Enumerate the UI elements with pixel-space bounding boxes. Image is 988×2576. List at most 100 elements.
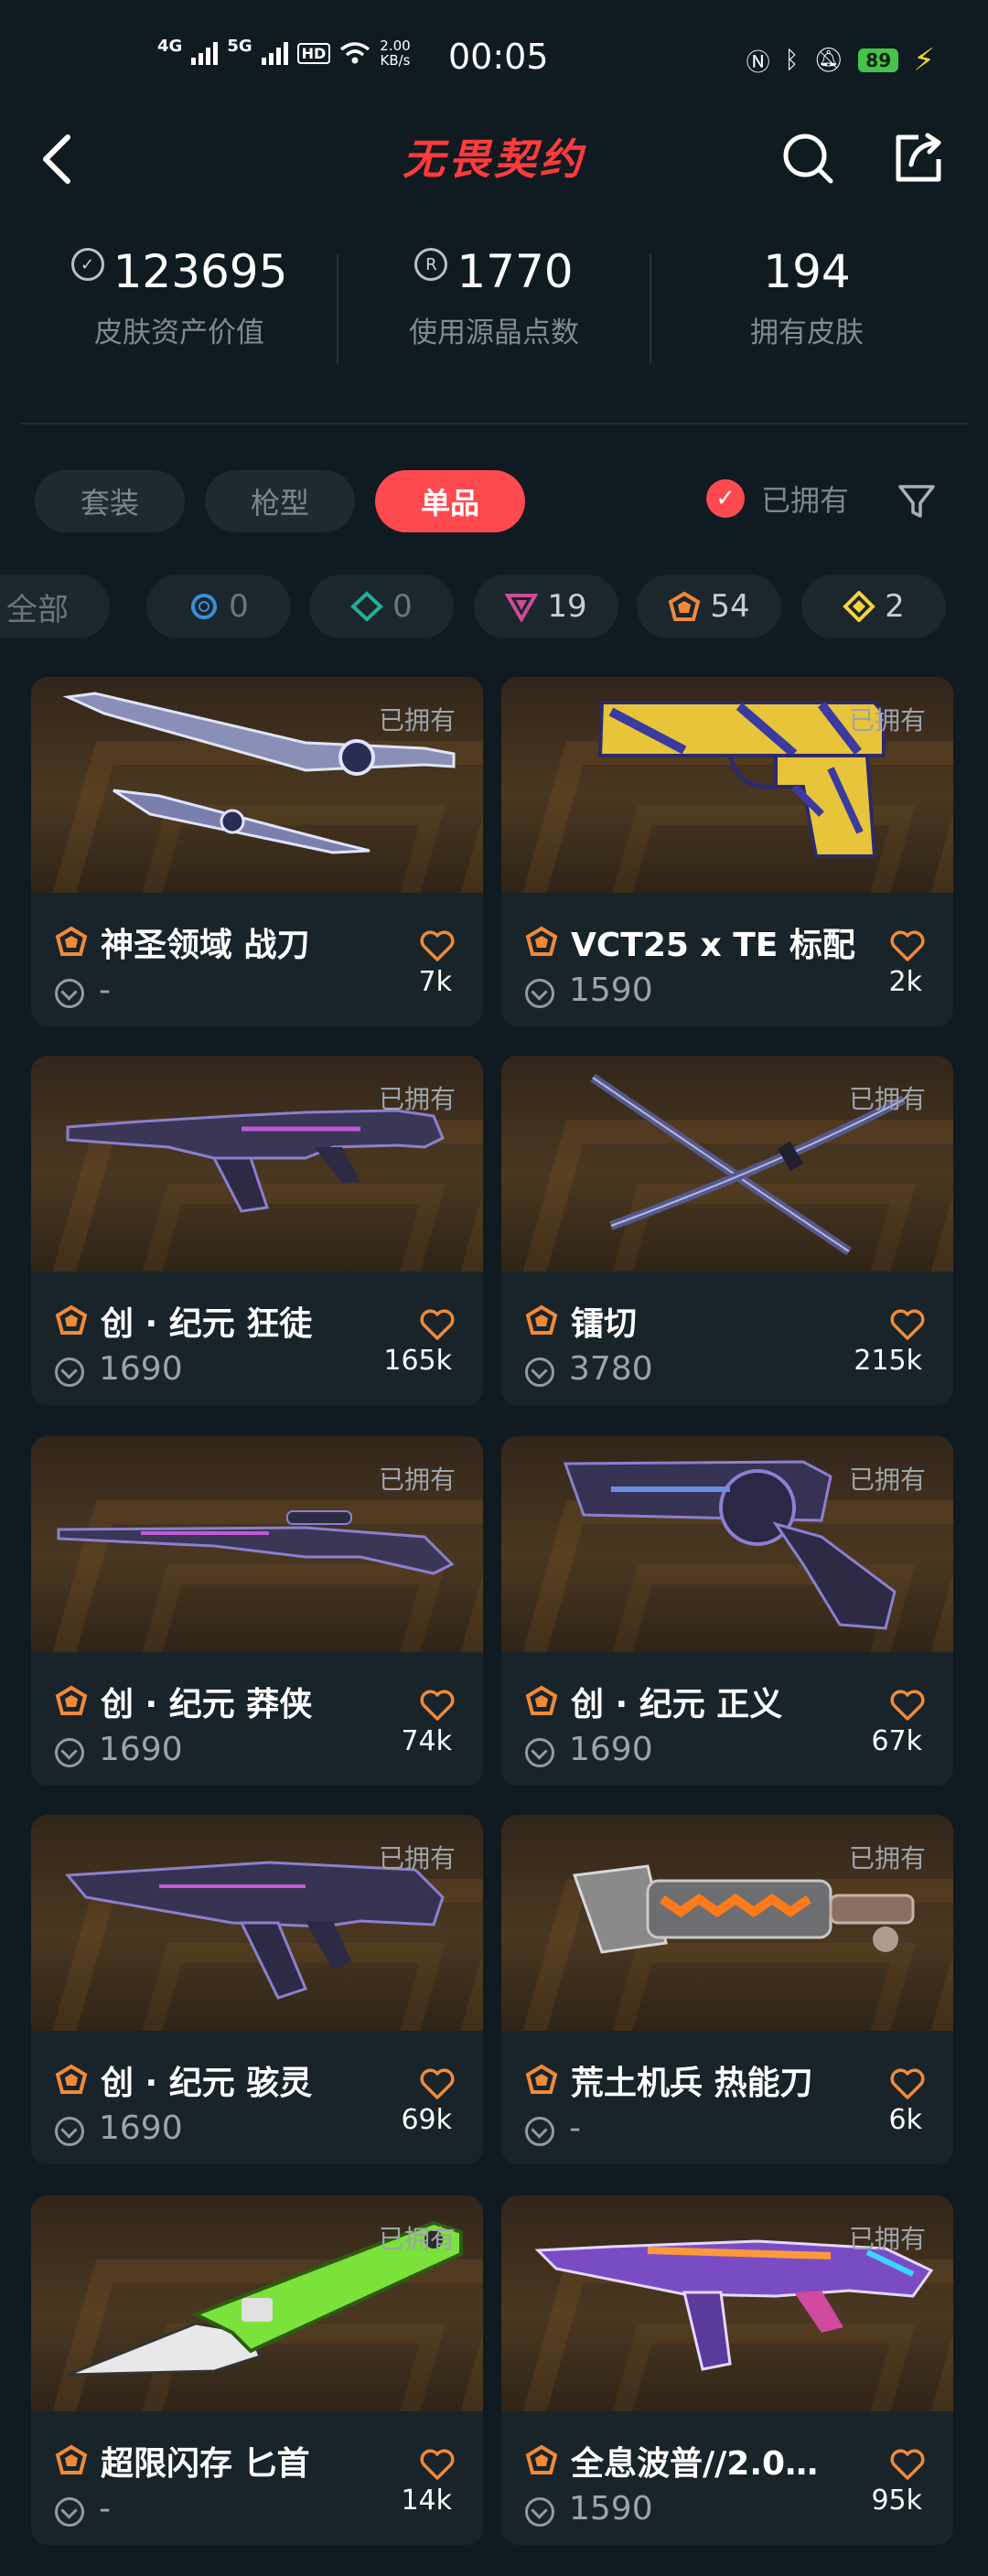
charging-icon: ⚡︎	[913, 42, 935, 79]
like-count: 14k	[401, 2485, 452, 2517]
skin-image: 已拥有	[31, 2195, 483, 2411]
skin-price: 1690	[99, 1350, 183, 1388]
ultra-tier-icon	[843, 591, 876, 622]
skin-name: 创 · 纪元 骇灵	[101, 2065, 313, 2102]
heart-icon[interactable]	[889, 1689, 926, 1722]
heart-icon[interactable]	[889, 2067, 926, 2100]
exclusive-tier-icon	[525, 1685, 558, 1718]
tab-bundle[interactable]: 套装	[35, 470, 185, 532]
like-count: 215k	[854, 1345, 922, 1377]
exclusive-tier-icon	[525, 2444, 558, 2477]
like-count: 74k	[401, 1725, 452, 1757]
network-speed: 2.00 KB/s	[380, 38, 411, 69]
exclusive-tier-icon	[55, 2444, 88, 2477]
heart-icon[interactable]	[419, 1308, 456, 1341]
skin-card[interactable]: 已拥有超限闪存 匕首 - 14k	[31, 2195, 483, 2545]
like-count: 2k	[888, 966, 922, 998]
owned-badge: 已拥有	[848, 2224, 926, 2254]
skin-card[interactable]: 已拥有 VCT25 x TE 标配 1590 2k	[501, 677, 953, 1026]
chip-deluxe-tier[interactable]: 0	[309, 574, 454, 639]
vp-coin-icon	[525, 2497, 554, 2527]
vp-coin-icon	[525, 2117, 554, 2146]
heart-icon[interactable]	[419, 2448, 456, 2481]
skin-card[interactable]: 已拥有创 · 纪元 莽侠 1690 74k	[31, 1436, 483, 1786]
skin-name: 超限闪存 匕首	[101, 2445, 310, 2483]
skin-card[interactable]: 已拥有创 · 纪元 正义 1690 67k	[501, 1436, 953, 1786]
exclusive-tier-icon	[525, 2064, 558, 2097]
status-right: Ⓝ ᛒ 🔕︎ 89 ⚡︎	[746, 42, 935, 79]
vp-coin-icon	[525, 1738, 554, 1767]
skin-price: 3780	[569, 1350, 653, 1388]
skin-name: 全息波普//2.0…	[571, 2445, 819, 2483]
select-tier-icon	[191, 594, 218, 619]
heart-icon[interactable]	[889, 2448, 926, 2481]
chip-premium-tier[interactable]: 19	[474, 574, 618, 639]
network-4g-label: 4G	[157, 36, 183, 56]
skin-image: 已拥有	[31, 1056, 483, 1272]
like-count: 95k	[871, 2485, 922, 2517]
tab-single[interactable]: 单品	[375, 470, 525, 532]
heart-icon[interactable]	[419, 929, 456, 962]
skin-image: 已拥有	[31, 1436, 483, 1652]
skin-image: 已拥有	[501, 2195, 953, 2411]
vp-coin-icon	[55, 1358, 84, 1387]
search-icon[interactable]	[778, 128, 838, 188]
owned-badge: 已拥有	[378, 2224, 456, 2254]
vp-coin-icon	[55, 2497, 84, 2527]
skin-card[interactable]: 已拥有创 · 纪元 狂徒 1690 165k	[31, 1056, 483, 1405]
app-header: 无畏契约	[0, 110, 988, 210]
vp-coin-icon	[525, 1358, 554, 1387]
skin-card[interactable]: 已拥有 荒土机兵 热能刀 - 6k	[501, 1815, 953, 2164]
vp-coin-icon	[55, 2117, 84, 2146]
owned-filter-toggle[interactable]: ✓ 已拥有	[706, 478, 849, 520]
stat-label: 拥有皮肤	[750, 317, 864, 349]
share-icon[interactable]	[887, 128, 948, 188]
skin-name: VCT25 x TE 标配	[571, 927, 855, 964]
exclusive-tier-icon	[55, 1685, 88, 1718]
skin-price: 1590	[569, 971, 653, 1009]
skin-card[interactable]: 已拥有创 · 纪元 骇灵 1690 69k	[31, 1815, 483, 2164]
heart-icon[interactable]	[889, 929, 926, 962]
skin-image: 已拥有	[31, 677, 483, 893]
heart-icon[interactable]	[419, 1689, 456, 1722]
stats-panel: ✓ 123695 皮肤资产价值 R 1770 使用源晶点数 194 拥有皮肤	[0, 238, 988, 393]
rarity-filter-chips: 全部 0 0 19 54 2	[0, 574, 988, 639]
chip-exclusive-tier[interactable]: 54	[637, 574, 781, 639]
skin-name: 创 · 纪元 正义	[571, 1686, 783, 1723]
owned-badge: 已拥有	[848, 1843, 926, 1873]
skin-name: 创 · 纪元 莽侠	[101, 1686, 313, 1723]
battery-indicator: 89	[858, 48, 899, 72]
heart-icon[interactable]	[419, 2067, 456, 2100]
skin-card[interactable]: 已拥有 神圣领域 战刀 - 7k	[31, 677, 483, 1026]
skin-price: 1590	[569, 2490, 653, 2528]
skin-price: -	[99, 971, 111, 1009]
skin-card[interactable]: 已拥有 镭切 3780 215k	[501, 1056, 953, 1405]
mute-icon: 🔕︎	[813, 47, 844, 74]
skin-price: -	[99, 2490, 111, 2528]
stat-radianite: R 1770 使用源晶点数	[338, 245, 650, 350]
chip-all[interactable]: 全部	[0, 574, 110, 639]
heart-icon[interactable]	[889, 1308, 926, 1341]
tab-gun[interactable]: 枪型	[205, 470, 355, 532]
network-5g-label: 5G	[227, 36, 252, 56]
skin-card[interactable]: 已拥有全息波普//2.0… 1590 95k	[501, 2195, 953, 2545]
vp-coin-icon: ✓	[70, 248, 104, 281]
status-left: 4G 5G HD 2.00 KB/s	[157, 36, 411, 69]
exclusive-tier-icon	[55, 2064, 88, 2097]
vp-coin-icon	[55, 1738, 84, 1767]
stat-value: 1770	[456, 245, 574, 298]
chip-ultra-tier[interactable]: 2	[801, 574, 946, 639]
page-title: 无畏契约	[403, 134, 585, 184]
stat-label: 使用源晶点数	[409, 317, 579, 349]
owned-badge: 已拥有	[378, 1843, 456, 1873]
like-count: 69k	[401, 2104, 452, 2136]
exclusive-tier-icon	[525, 926, 558, 959]
filter-icon[interactable]	[897, 481, 937, 521]
skin-name: 神圣领域 战刀	[101, 927, 310, 964]
chip-select-tier[interactable]: 0	[146, 574, 291, 639]
clock: 00:05	[448, 37, 549, 77]
stat-value: 194	[763, 245, 851, 298]
exclusive-tier-icon	[55, 926, 88, 959]
skin-price: -	[569, 2109, 581, 2147]
like-count: 6k	[888, 2104, 922, 2136]
